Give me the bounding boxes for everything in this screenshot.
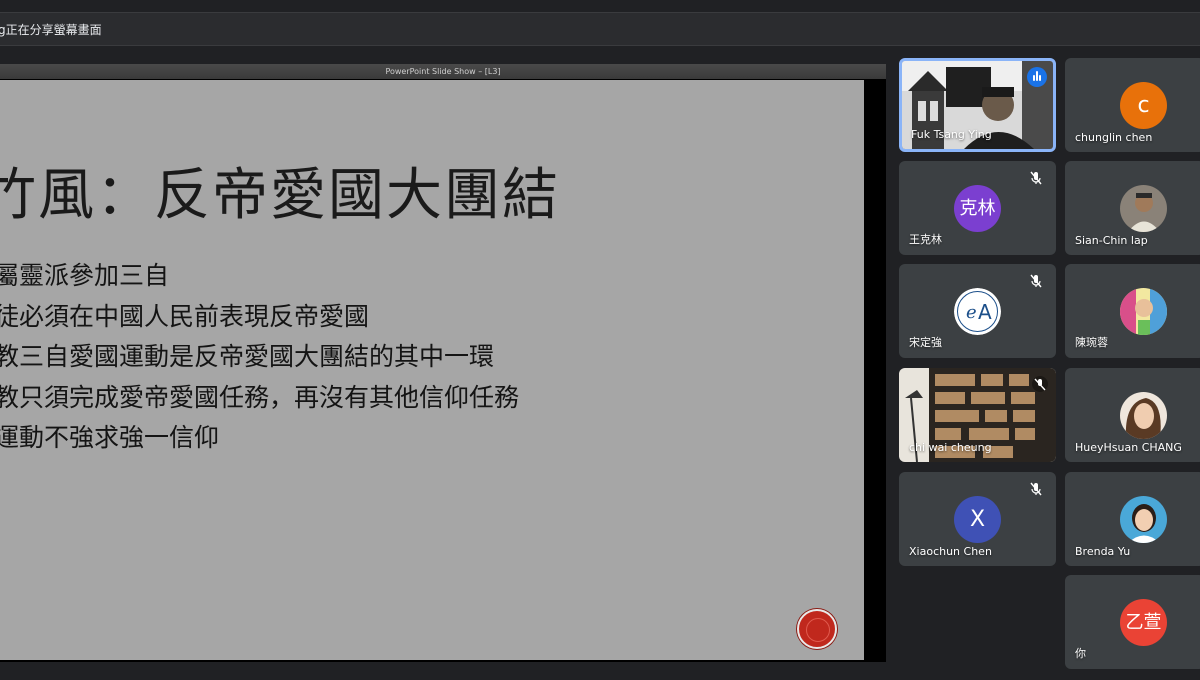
participant-tile-you[interactable]: 乙萱 你	[1065, 575, 1200, 669]
mic-off-icon	[1030, 274, 1042, 288]
participant-name: Fuk Tsang Ying	[911, 128, 992, 141]
participant-name: Brenda Yu	[1075, 545, 1131, 558]
participant-tile-chen-wanrong[interactable]: 陳琬蓉	[1065, 264, 1200, 358]
participant-tile-sian-chin-lap[interactable]: Sian-Chin lap	[1065, 161, 1200, 255]
mic-off-icon	[1030, 482, 1042, 496]
slide-bullet: 運動不強求強一信仰	[0, 423, 220, 452]
participant-name: Sian-Chin lap	[1075, 234, 1148, 247]
participant-avatar: 乙萱	[1120, 599, 1167, 646]
participant-tile-fuk-tsang-ying[interactable]: Fuk Tsang Ying	[899, 58, 1056, 152]
slide-bullet-list: 屬靈派參加三自 徒必須在中國人民前表現反帝愛國 教三自愛國運動是反帝愛國大團結的…	[0, 256, 519, 459]
organization-logo-icon: e A	[954, 288, 1001, 335]
slide-bullet: 徒必須在中國人民前表現反帝愛國	[0, 301, 370, 331]
participant-name: Xiaochun Chen	[909, 545, 992, 558]
participant-name: chunglin chen	[1075, 131, 1153, 144]
participant-avatar: X	[954, 496, 1001, 543]
participant-avatar: 克林	[954, 185, 1001, 232]
slide-bullet: 教三自愛國運動是反帝愛國大團結的其中一環	[0, 342, 495, 371]
slide-title: 竹風：反帝愛國大團結	[0, 163, 560, 228]
participant-name: 王克林	[909, 233, 942, 246]
mic-off-icon	[1030, 171, 1042, 185]
participant-tile-wang-kelin[interactable]: 克林 王克林	[899, 161, 1056, 255]
participant-name: 宋定強	[909, 336, 942, 349]
speaking-indicator-icon	[1027, 67, 1047, 87]
participant-tile-hueyhsuan-chang[interactable]: HueyHsuan CHANG	[1065, 368, 1200, 462]
participant-photo	[1120, 185, 1167, 232]
slide-bullet: 教只須完成愛帝愛國任務，再沒有其他信仰任務	[0, 382, 520, 412]
screen-share-banner: g正在分享螢幕畫面	[0, 12, 1200, 46]
participant-name: chi wai cheung	[909, 441, 992, 454]
mic-off-icon	[1032, 376, 1048, 392]
slideshow-laser-pointer-icon[interactable]	[797, 609, 837, 649]
svg-text:A: A	[978, 300, 992, 324]
participant-photo	[1120, 392, 1167, 439]
participant-tile-brenda-yu[interactable]: Brenda Yu	[1065, 472, 1200, 566]
participant-name: HueyHsuan CHANG	[1075, 441, 1182, 454]
participant-name: 陳琬蓉	[1075, 336, 1108, 349]
slideshow-title-bar: PowerPoint Slide Show – [L3]	[0, 64, 886, 79]
participant-name: 你	[1075, 647, 1086, 660]
participant-tile-song-dingqiang[interactable]: e A 宋定強	[899, 264, 1056, 358]
participant-tile-chunglin-chen[interactable]: c chunglin chen	[1065, 58, 1200, 152]
participant-tile-chi-wai-cheung[interactable]: chi wai cheung	[899, 368, 1056, 462]
slide-bullet: 屬靈派參加三自	[0, 261, 170, 290]
svg-text:e: e	[966, 302, 977, 323]
participant-photo	[1120, 496, 1167, 543]
participant-photo	[1120, 288, 1167, 335]
share-status-text: g正在分享螢幕畫面	[0, 23, 102, 37]
participant-avatar: c	[1120, 82, 1167, 129]
slide: 竹風：反帝愛國大團結 屬靈派參加三自 徒必須在中國人民前表現反帝愛國 教三自愛國…	[0, 80, 864, 660]
participant-tile-xiaochun-chen[interactable]: X Xiaochun Chen	[899, 472, 1056, 566]
shared-screen: PowerPoint Slide Show – [L3] 竹風：反帝愛國大團結 …	[0, 64, 886, 662]
